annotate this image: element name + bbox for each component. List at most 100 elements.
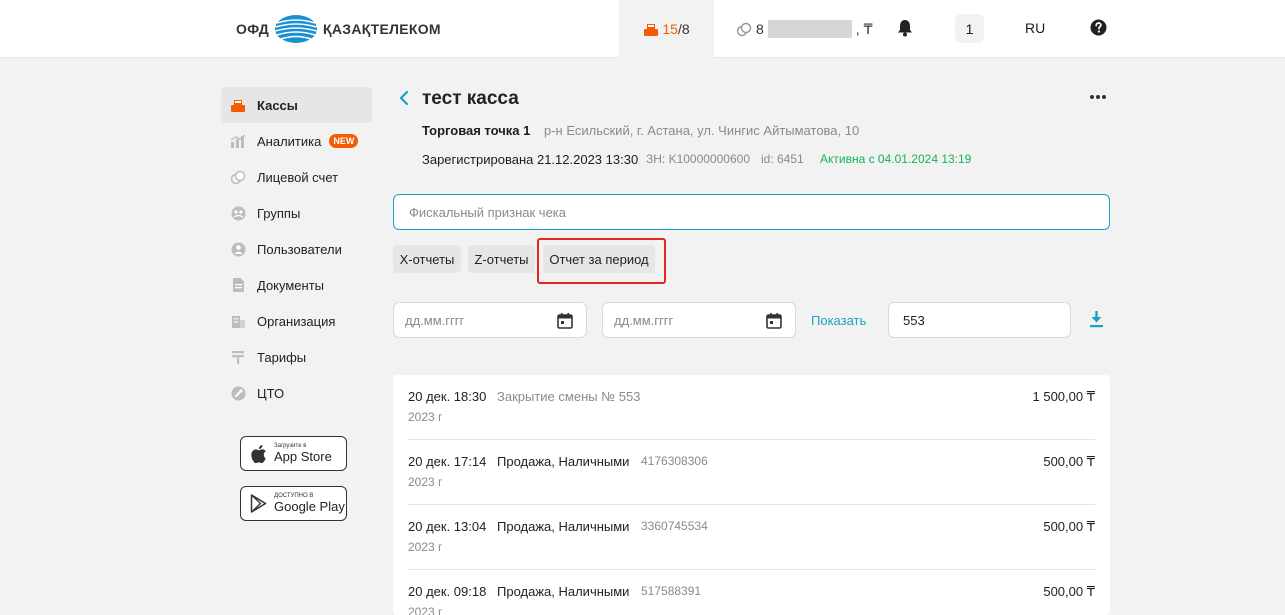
service-icon (230, 385, 246, 401)
help-icon[interactable] (1090, 19, 1107, 36)
coins-icon (230, 169, 246, 185)
new-badge: NEW (329, 134, 359, 148)
operation-date: 20 дек. 17:14 (408, 454, 487, 469)
chart-icon (230, 133, 246, 149)
operation-year: 2023 г (408, 475, 443, 489)
operation-description: Продажа, Наличными (497, 454, 630, 469)
receipt-number: 4176308306 (641, 454, 708, 468)
sidebar-nav: Кассы Аналитика NEW Лицевой счет Группы … (221, 87, 372, 411)
sidebar-item-cto[interactable]: ЦТО (221, 375, 372, 411)
sidebar-item-organization[interactable]: Организация (221, 303, 372, 339)
active-status: Активна с 04.01.2024 13:19 (820, 152, 972, 166)
notification-count: 1 (965, 20, 974, 37)
operation-year: 2023 г (408, 540, 443, 554)
tab-label: Z-отчеты (474, 251, 529, 267)
operation-amount: 500,00 ₸ (1043, 454, 1095, 469)
apple-icon (251, 444, 266, 463)
trade-point-address: р-н Есильский, г. Астана, ул. Чингис Айт… (544, 123, 860, 138)
google-play-button[interactable]: ДОСТУПНО В Google Play (240, 486, 347, 521)
operation-row[interactable]: 20 дек. 13:04 2023 г Продажа, Наличными … (393, 505, 1110, 570)
operation-date: 20 дек. 18:30 (408, 389, 487, 404)
header-balance[interactable]: 8 , ₸ (736, 0, 872, 58)
sidebar-item-groups[interactable]: Группы (221, 195, 372, 231)
logo[interactable]: ОФД ҚАЗАҚТЕЛЕКОМ (236, 14, 441, 44)
calendar-icon[interactable] (766, 312, 782, 329)
user-icon (230, 241, 246, 257)
kassa-total-count: 8 (681, 21, 690, 37)
tab-label: X-отчеты (399, 251, 455, 267)
operation-amount: 500,00 ₸ (1043, 519, 1095, 534)
tab-x-reports[interactable]: X-отчеты (393, 245, 461, 273)
tariff-icon (230, 349, 246, 365)
sidebar-item-label: Тарифы (257, 349, 307, 365)
tab-z-reports[interactable]: Z-отчеты (468, 245, 535, 273)
operation-description: Закрытие смены № 553 (497, 389, 641, 404)
page-title: тест касса (422, 88, 519, 109)
logo-text-kazakhtelecom: ҚАЗАҚТЕЛЕКОМ (323, 21, 441, 37)
sidebar-item-documents[interactable]: Документы (221, 267, 372, 303)
google-play-label: Google Play (274, 499, 345, 514)
balance-prefix: 8 (756, 21, 764, 37)
operation-row[interactable]: 20 дек. 18:30 2023 г Закрытие смены № 55… (393, 375, 1110, 440)
notification-count-button[interactable]: 1 (955, 14, 984, 43)
app-store-button[interactable]: Загрузите в App Store (240, 436, 347, 471)
operation-row[interactable]: 20 дек. 17:14 2023 г Продажа, Наличными … (393, 440, 1110, 505)
balance-redacted (767, 20, 852, 38)
operation-year: 2023 г (408, 410, 443, 424)
bell-icon[interactable] (897, 19, 913, 37)
show-button[interactable]: Показать (811, 313, 866, 328)
shift-number-input[interactable] (888, 302, 1071, 338)
cash-register-icon (644, 23, 659, 36)
sidebar-item-label: Группы (257, 205, 301, 221)
top-header: ОФД ҚАЗАҚТЕЛЕКОМ 15/8 8 , ₸ 1 RU (0, 0, 1285, 58)
receipt-number: 3360745534 (641, 519, 708, 533)
date-to-field[interactable]: дд.мм.гггг (602, 302, 796, 338)
sidebar-item-kassy[interactable]: Кассы (221, 87, 372, 123)
kassa-id: id: 6451 (761, 152, 804, 166)
sidebar-item-tariffs[interactable]: Тарифы (221, 339, 372, 375)
building-icon (230, 313, 246, 329)
globe-logo-icon (275, 15, 318, 43)
sidebar-item-analytics[interactable]: Аналитика NEW (221, 123, 372, 159)
operation-year: 2023 г (408, 605, 443, 615)
download-icon[interactable] (1089, 310, 1104, 328)
trade-point-name: Торговая точка 1 (422, 123, 531, 138)
app-store-label: App Store (274, 449, 332, 464)
balance-suffix: , ₸ (855, 20, 873, 37)
group-icon (230, 205, 246, 221)
more-options-icon[interactable] (1089, 94, 1107, 100)
back-arrow-icon[interactable] (398, 90, 410, 106)
operation-description: Продажа, Наличными (497, 584, 630, 599)
operation-description: Продажа, Наличными (497, 519, 630, 534)
cash-register-icon (230, 97, 246, 113)
registration-date: Зарегистрирована 21.12.2023 13:30 (422, 152, 639, 167)
fiscal-sign-search-input[interactable] (393, 194, 1110, 230)
operation-amount: 500,00 ₸ (1043, 584, 1095, 599)
google-play-icon (250, 494, 267, 513)
sidebar-item-label: Организация (257, 313, 336, 329)
coins-icon (736, 22, 752, 36)
sidebar-item-account[interactable]: Лицевой счет (221, 159, 372, 195)
date-from-field[interactable]: дд.мм.гггг (393, 302, 587, 338)
receipt-number: 517588391 (641, 584, 702, 598)
highlight-box (537, 238, 666, 284)
calendar-icon[interactable] (557, 312, 573, 329)
header-kassa-counter[interactable]: 15/8 (619, 0, 714, 58)
sidebar-item-label: Пользователи (257, 241, 342, 257)
sidebar-item-label: Аналитика (257, 133, 322, 149)
serial-number: ЗН: K10000000600 (646, 152, 750, 166)
date-from-placeholder: дд.мм.гггг (405, 312, 465, 328)
operations-list: 20 дек. 18:30 2023 г Закрытие смены № 55… (393, 375, 1110, 615)
sidebar-item-label: Кассы (257, 97, 298, 113)
kassa-active-count: 15 (662, 21, 678, 37)
operation-row[interactable]: 20 дек. 09:18 2023 г Продажа, Наличными … (393, 570, 1110, 615)
logo-text-ofd: ОФД (236, 21, 270, 37)
date-to-placeholder: дд.мм.гггг (614, 312, 674, 328)
operation-date: 20 дек. 13:04 (408, 519, 487, 534)
sidebar-item-label: Документы (257, 277, 325, 293)
sidebar-item-label: ЦТО (257, 385, 285, 401)
operation-amount: 1 500,00 ₸ (1032, 389, 1096, 404)
document-icon (230, 277, 246, 293)
sidebar-item-users[interactable]: Пользователи (221, 231, 372, 267)
language-switcher[interactable]: RU (1025, 20, 1045, 36)
